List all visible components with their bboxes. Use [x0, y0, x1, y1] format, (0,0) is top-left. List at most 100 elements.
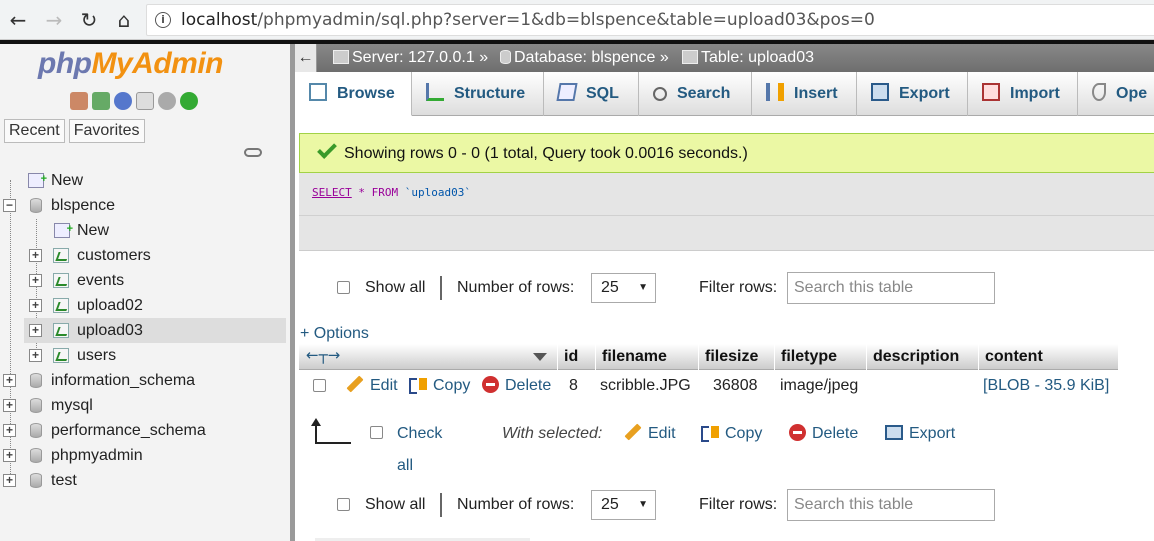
column-header-filetype[interactable]: filetype	[774, 344, 866, 370]
tab-search[interactable]: Search	[639, 72, 752, 116]
url-host: localhost	[181, 10, 258, 30]
cell-content-blob[interactable]: [BLOB - 35.9 KiB]	[983, 370, 1109, 402]
breadcrumb-server[interactable]: Server: 127.0.0.1 »	[333, 44, 488, 72]
row-copy-link[interactable]: Copy	[409, 370, 470, 402]
table-header: ←┬→ id filename filesize filetype descri…	[299, 344, 1118, 370]
expand-icon[interactable]: +	[3, 399, 16, 412]
home-icon[interactable]: ⌂	[112, 8, 136, 32]
bulk-delete-button[interactable]: Delete	[789, 418, 858, 450]
export-icon	[871, 83, 889, 101]
dropdown-arrow-icon: ▼	[638, 499, 648, 510]
check-all-checkbox[interactable]	[370, 426, 383, 439]
tree-item-table-events[interactable]: + events	[0, 268, 290, 293]
cell-filename[interactable]: scribble.JPG	[600, 370, 691, 402]
show-all-checkbox-bottom[interactable]	[337, 498, 350, 511]
filter-rows-input-bottom[interactable]: Search this table	[787, 489, 995, 521]
expand-icon[interactable]: +	[29, 299, 42, 312]
tree-item-db-performance-schema[interactable]: + performance_schema	[0, 418, 290, 443]
expand-icon[interactable]: +	[29, 249, 42, 262]
tab-export[interactable]: Export	[857, 72, 968, 116]
sql-query-text: SELECT * FROM `upload03`	[312, 186, 471, 199]
tab-insert[interactable]: Insert	[752, 72, 857, 116]
collapse-icon[interactable]: −	[3, 199, 16, 212]
row-delete-link[interactable]: Delete	[482, 370, 551, 402]
tree-item-db-mysql[interactable]: + mysql	[0, 393, 290, 418]
database-icon	[30, 373, 42, 388]
breadcrumb-database[interactable]: Database: blspence »	[500, 44, 669, 72]
delete-icon	[482, 376, 499, 393]
export-icon	[885, 425, 903, 440]
tab-import[interactable]: Import	[968, 72, 1078, 116]
favorites-tab[interactable]: Favorites	[68, 119, 145, 143]
sql-keyword-select[interactable]: SELECT	[312, 186, 352, 199]
import-icon	[982, 83, 1000, 101]
tree-item-table-customers[interactable]: + customers	[0, 243, 290, 268]
rows-per-page-select-bottom[interactable]: 25 ▼	[591, 490, 656, 520]
tab-browse[interactable]: Browse	[295, 72, 412, 116]
expand-icon[interactable]: +	[29, 274, 42, 287]
cell-filetype[interactable]: image/jpeg	[780, 370, 858, 402]
row-checkbox[interactable]	[313, 379, 326, 392]
sidebar-resize-handle[interactable]	[290, 44, 295, 541]
info-icon[interactable]: i	[155, 12, 171, 28]
back-arrow-icon[interactable]: ←	[6, 8, 30, 32]
navigation-sidebar: phpMyAdmin Recent Favorites New − blspen…	[0, 44, 292, 541]
tab-structure[interactable]: Structure	[412, 72, 544, 116]
column-header-filename[interactable]: filename	[595, 344, 698, 370]
expand-icon[interactable]: +	[29, 349, 42, 362]
tree-item-new-table[interactable]: New	[0, 217, 290, 243]
options-link[interactable]: + Options	[300, 325, 369, 343]
expand-icon[interactable]: +	[3, 449, 16, 462]
show-all-checkbox[interactable]	[337, 281, 350, 294]
expand-icon[interactable]: +	[3, 424, 16, 437]
breadcrumb-table[interactable]: Table: upload03	[682, 44, 814, 72]
cell-id[interactable]: 8	[569, 370, 578, 402]
sidebar-tabs: Recent Favorites	[4, 119, 145, 143]
row-edit-link[interactable]: Edit	[346, 370, 398, 402]
reload-icon[interactable]: ↻	[77, 8, 101, 32]
phpmyadmin-logo[interactable]: phpMyAdmin	[38, 47, 223, 81]
address-bar[interactable]: i localhost/phpmyadmin/sql.php?server=1&…	[146, 4, 1154, 36]
home-icon[interactable]	[70, 92, 88, 110]
expand-icon[interactable]: +	[3, 374, 16, 387]
wrench-icon	[1092, 83, 1106, 101]
column-header-filesize[interactable]: filesize	[698, 344, 774, 370]
column-header-content[interactable]: content	[978, 344, 1118, 370]
tab-sql[interactable]: SQL	[544, 72, 639, 116]
rows-per-page-select[interactable]: 25 ▼	[591, 273, 656, 303]
server-icon	[333, 50, 349, 64]
column-header-id[interactable]: id	[557, 344, 595, 370]
logout-icon[interactable]	[92, 92, 110, 110]
tree-item-table-upload03[interactable]: + upload03	[24, 318, 286, 343]
copy-icon	[701, 424, 719, 442]
tree-item-db-information-schema[interactable]: + information_schema	[0, 368, 290, 393]
documentation-icon[interactable]	[136, 92, 154, 110]
tree-item-table-upload02[interactable]: + upload02	[0, 293, 290, 318]
tree-item-new-database[interactable]: New	[0, 167, 290, 193]
filter-rows-input[interactable]: Search this table	[787, 272, 995, 304]
help-icon[interactable]	[114, 92, 132, 110]
database-icon	[30, 423, 42, 438]
link-with-main-panel-icon[interactable]	[244, 148, 262, 157]
tree-item-db-test[interactable]: + test	[0, 468, 290, 493]
refresh-icon[interactable]	[180, 92, 198, 110]
check-all-label[interactable]: Check all	[397, 418, 442, 482]
database-icon	[30, 473, 42, 488]
bulk-edit-button[interactable]: Edit	[624, 418, 676, 450]
collapse-sidebar-arrow-icon[interactable]: ←	[295, 44, 317, 72]
cell-filesize[interactable]: 36808	[713, 370, 758, 402]
tree-item-db-blspence[interactable]: − blspence	[0, 193, 290, 218]
settings-gear-icon[interactable]	[158, 92, 176, 110]
tab-operations[interactable]: Ope	[1078, 72, 1154, 116]
copy-icon	[409, 376, 427, 394]
bulk-copy-button[interactable]: Copy	[701, 418, 762, 450]
expand-icon[interactable]: +	[3, 474, 16, 487]
tree-item-db-phpmyadmin[interactable]: + phpmyadmin	[0, 443, 290, 468]
recent-tab[interactable]: Recent	[4, 119, 65, 143]
sort-dropdown-icon[interactable]	[533, 353, 547, 361]
column-move-arrows-icon[interactable]: ←┬→	[306, 346, 340, 364]
expand-icon[interactable]: +	[29, 324, 42, 337]
tree-item-table-users[interactable]: + users	[0, 343, 290, 368]
bulk-export-button[interactable]: Export	[885, 418, 955, 450]
column-header-description[interactable]: description	[866, 344, 978, 370]
